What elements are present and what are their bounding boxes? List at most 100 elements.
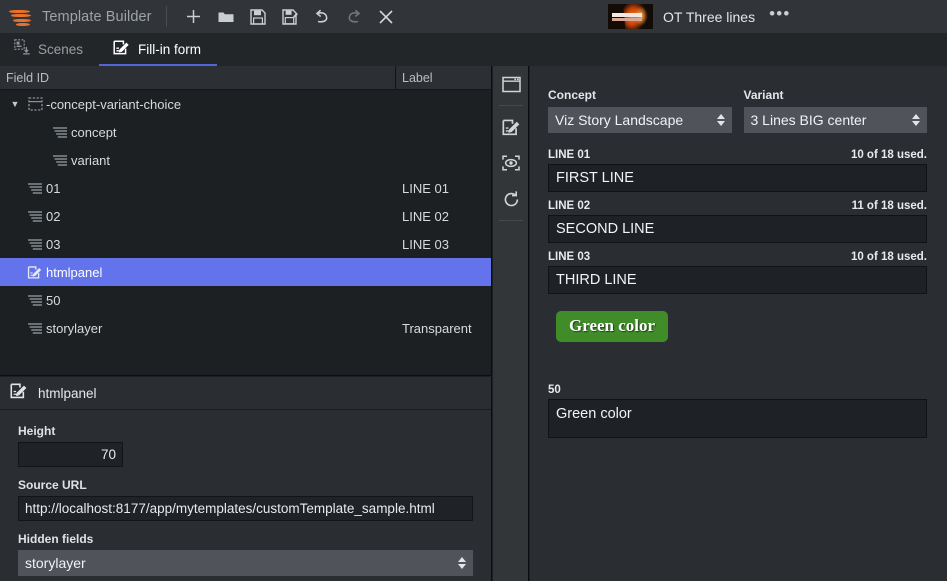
html-panel-icon (10, 382, 28, 405)
template-thumbnail-icon (608, 4, 653, 29)
line-01-input[interactable] (548, 164, 927, 192)
column-header-field-id[interactable]: Field ID (0, 66, 396, 89)
tree-row-variant[interactable]: variant (0, 146, 491, 174)
vizrt-swoosh-logo-icon (8, 7, 34, 27)
template-builder-window: Template Builder (0, 0, 947, 581)
field-50-input[interactable] (548, 399, 927, 438)
document-name: OT Three lines (663, 9, 755, 25)
new-button[interactable] (179, 3, 209, 31)
text-lines-icon (24, 182, 46, 195)
hidden-fields-group: Hidden fields storylayer (18, 532, 473, 576)
tree-row-value: Transparent (402, 321, 472, 336)
tree-row-label: storylayer (46, 321, 102, 336)
concept-label: Concept (548, 88, 732, 102)
document-info: OT Three lines ••• (608, 0, 795, 33)
column-header-label[interactable]: Label (396, 66, 433, 89)
field-50-group: 50 (548, 384, 927, 443)
tree-row-concept[interactable]: concept (0, 118, 491, 146)
source-url-label: Source URL (18, 478, 473, 492)
preview-button[interactable] (493, 145, 529, 181)
tab-fill-in-form[interactable]: Fill-in form (99, 33, 217, 66)
tree-row-03[interactable]: 03 LINE 03 (0, 230, 491, 258)
concept-select[interactable]: Viz Story Landscape (548, 107, 732, 133)
tree-row-50[interactable]: 50 (0, 286, 491, 314)
tree-row-label: 02 (46, 209, 60, 224)
tab-scenes-label: Scenes (38, 42, 83, 57)
expand-caret-icon[interactable]: ▼ (6, 99, 24, 109)
hidden-fields-select[interactable]: storylayer (18, 550, 473, 576)
field-tree-panel: Field ID Label ▼ -concept-variant-choice… (0, 66, 492, 376)
side-tool-strip (493, 66, 529, 581)
text-lines-icon (24, 322, 46, 335)
fill-in-form-icon (113, 39, 130, 61)
text-lines-icon (49, 154, 71, 167)
tree-row-label: -concept-variant-choice (46, 97, 181, 112)
tree-row-02[interactable]: 02 LINE 02 (0, 202, 491, 230)
panel-layout-button[interactable] (493, 66, 529, 102)
strip-divider (499, 105, 523, 106)
variant-group: Variant 3 Lines BIG center (744, 88, 928, 133)
tree-row-label: variant (71, 153, 110, 168)
strip-divider (499, 220, 523, 221)
line-01-label: LINE 01 (548, 149, 590, 161)
hidden-fields-select-wrap: storylayer (18, 550, 473, 576)
tree-row-01[interactable]: 01 LINE 01 (0, 174, 491, 202)
properties-header: htmlpanel (0, 377, 491, 410)
undo-button[interactable] (307, 3, 337, 31)
line-01-counter: 10 of 18 used. (851, 149, 927, 161)
line-02-input[interactable] (548, 215, 927, 243)
html-panel-icon (24, 265, 46, 280)
tab-fill-in-form-label: Fill-in form (138, 42, 201, 57)
properties-title: htmlpanel (38, 386, 97, 401)
properties-panel: htmlpanel Height Source URL Hidden field… (0, 377, 492, 581)
variant-select-wrap: 3 Lines BIG center (744, 107, 928, 133)
text-lines-icon (24, 210, 46, 223)
tree-row-label: concept (71, 125, 117, 140)
more-options-button[interactable]: ••• (765, 7, 794, 27)
text-lines-icon (24, 238, 46, 251)
green-color-button[interactable]: Green color (556, 311, 668, 342)
toolbar (179, 3, 401, 31)
line-03-counter: 10 of 18 used. (851, 251, 927, 263)
open-button[interactable] (211, 3, 241, 31)
line-01-header: LINE 01 10 of 18 used. (548, 149, 927, 161)
variant-select[interactable]: 3 Lines BIG center (744, 107, 928, 133)
close-button[interactable] (371, 3, 401, 31)
tree-body: ▼ -concept-variant-choice concept (0, 90, 491, 342)
tree-row-value: LINE 02 (402, 209, 449, 224)
app-title: Template Builder (42, 9, 152, 25)
line-02-header: LINE 02 11 of 18 used. (548, 200, 927, 212)
tree-row-concept-variant-choice[interactable]: ▼ -concept-variant-choice (0, 90, 491, 118)
tree-row-label: 03 (46, 237, 60, 252)
edit-form-button[interactable] (493, 109, 529, 145)
tree-row-storylayer[interactable]: storylayer Transparent (0, 314, 491, 342)
line-01-group: LINE 01 10 of 18 used. (548, 149, 927, 192)
line-03-input[interactable] (548, 266, 927, 294)
height-input[interactable] (18, 442, 123, 467)
field-50-label: 50 (548, 384, 927, 396)
hidden-fields-label: Hidden fields (18, 532, 473, 546)
height-field-group: Height (18, 424, 473, 467)
toolbar-divider (166, 6, 167, 27)
group-dashed-icon (24, 97, 46, 111)
tab-scenes[interactable]: Scenes (0, 33, 99, 66)
tree-row-value: LINE 03 (402, 237, 449, 252)
line-03-group: LINE 03 10 of 18 used. (548, 251, 927, 294)
concept-select-wrap: Viz Story Landscape (548, 107, 732, 133)
source-url-field-group: Source URL (18, 478, 473, 521)
tree-row-label: 50 (46, 293, 60, 308)
source-url-input[interactable] (18, 496, 473, 521)
save-button[interactable] (243, 3, 273, 31)
redo-button (339, 3, 369, 31)
tree-row-value: LINE 01 (402, 181, 449, 196)
properties-body: Height Source URL Hidden fields storylay… (0, 410, 491, 576)
variant-label: Variant (744, 88, 928, 102)
concept-group: Concept Viz Story Landscape (548, 88, 732, 133)
refresh-button[interactable] (493, 181, 529, 217)
text-lines-icon (24, 294, 46, 307)
tree-row-label: htmlpanel (46, 265, 102, 280)
line-02-group: LINE 02 11 of 18 used. (548, 200, 927, 243)
save-as-button[interactable] (275, 3, 305, 31)
tree-row-htmlpanel[interactable]: htmlpanel (0, 258, 491, 286)
tree-header-row: Field ID Label (0, 66, 491, 90)
